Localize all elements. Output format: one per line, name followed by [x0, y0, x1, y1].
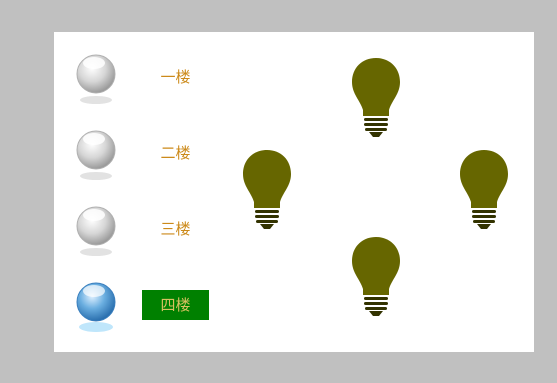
floor-label-4[interactable]: 四楼 [142, 290, 209, 320]
bulb-left [241, 148, 293, 232]
light-bulb-icon [460, 150, 508, 229]
sphere-icon [76, 282, 116, 332]
floor-row-1[interactable]: 一楼 [54, 52, 224, 112]
light-bulb-icon [352, 237, 400, 316]
sphere-icon [76, 54, 116, 104]
elevator-panel: 一楼 二楼 三楼 四楼 [54, 32, 534, 352]
light-bulb-icon [243, 150, 291, 229]
bulb-right [458, 148, 510, 232]
floor-button-4[interactable] [74, 280, 118, 336]
bulb-top [350, 56, 402, 140]
bulb-bottom [350, 235, 402, 319]
floor-button-2[interactable] [74, 128, 118, 184]
floor-row-4[interactable]: 四楼 [54, 280, 224, 340]
light-bulb-icon [352, 58, 400, 137]
sphere-icon [76, 206, 116, 256]
floor-button-3[interactable] [74, 204, 118, 260]
sphere-icon [76, 130, 116, 180]
floor-label-2[interactable]: 二楼 [142, 138, 209, 168]
floor-button-1[interactable] [74, 52, 118, 108]
floor-row-3[interactable]: 三楼 [54, 204, 224, 264]
floor-label-3[interactable]: 三楼 [142, 214, 209, 244]
floor-label-1[interactable]: 一楼 [142, 62, 209, 92]
floor-row-2[interactable]: 二楼 [54, 128, 224, 188]
